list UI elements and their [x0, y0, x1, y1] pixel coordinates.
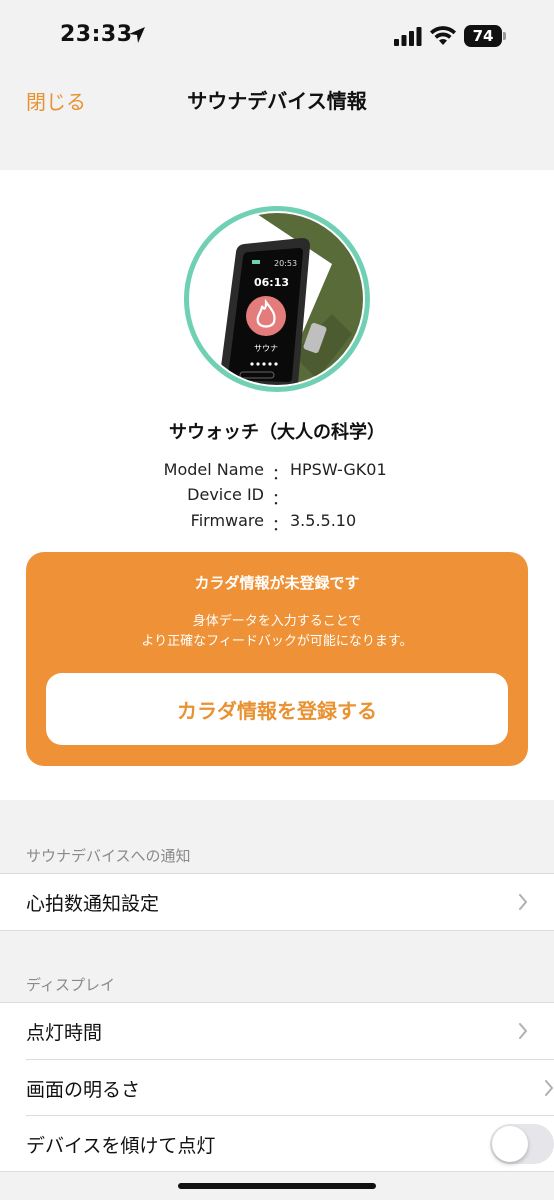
register-body-button[interactable]: カラダ情報を登録する	[46, 673, 508, 745]
close-button[interactable]: 閉じる	[26, 86, 86, 115]
section-header-display: ディスプレイ	[26, 976, 115, 994]
signal-icon	[394, 27, 422, 46]
info-row-model: Model Name ： HPSW-GK01	[0, 460, 554, 484]
row-label: デバイスを傾けて点灯	[26, 1135, 216, 1157]
chevron-right-icon	[519, 894, 527, 910]
info-separator: ：	[272, 489, 289, 508]
chevron-right-icon	[519, 1023, 527, 1039]
watch-small-time: 20:53	[274, 259, 297, 268]
status-bar: 23:33 74	[0, 0, 554, 72]
info-label: Model Name	[163, 460, 264, 479]
row-heart-rate-notify[interactable]: 心拍数通知設定	[0, 874, 554, 930]
settings-group-display: 点灯時間 画面の明るさ デバイスを傾けて点灯	[0, 1002, 554, 1172]
battery-percent: 74	[472, 27, 494, 45]
row-label: 画面の明るさ	[26, 1079, 141, 1101]
register-card-title: カラダ情報が未登録です	[194, 574, 360, 592]
section-header-notify: サウナデバイスへの通知	[26, 847, 191, 865]
info-label: Device ID	[187, 485, 264, 504]
status-time: 23:33	[60, 22, 133, 47]
chevron-right-icon	[545, 1080, 553, 1096]
row-label: 心拍数通知設定	[26, 893, 160, 915]
info-value: HPSW-GK01	[290, 460, 387, 479]
register-card-desc-line: 身体データを入力することで	[192, 614, 362, 629]
register-card-desc-line: より正確なフィードバックが可能になります。	[141, 634, 413, 649]
info-separator: ：	[272, 515, 289, 534]
row-label: 点灯時間	[26, 1022, 103, 1044]
watch-time: 06:13	[254, 276, 289, 289]
battery-icon: 74	[464, 25, 506, 47]
register-card-description: 身体データを入力することで より正確なフィードバックが可能になります。	[26, 612, 528, 652]
watch-label: サウナ	[254, 344, 278, 353]
info-row-device-id: Device ID ：	[0, 485, 554, 509]
row-tilt-to-wake: デバイスを傾けて点灯	[26, 1115, 554, 1171]
home-indicator	[178, 1183, 376, 1189]
info-value: 3.5.5.10	[290, 511, 357, 530]
device-card: 20:53 06:13 サウナ サウォッチ（大人の科学） Model Name …	[0, 170, 554, 800]
row-light-duration[interactable]: 点灯時間	[0, 1003, 554, 1059]
row-brightness[interactable]: 画面の明るさ	[26, 1059, 554, 1115]
device-name: サウォッチ（大人の科学）	[169, 422, 385, 443]
info-row-firmware: Firmware ： 3.5.5.10	[0, 511, 554, 535]
device-image: 20:53 06:13 サウナ	[184, 206, 370, 392]
info-label: Firmware	[190, 511, 264, 530]
location-arrow-icon	[129, 27, 145, 43]
toggle-knob	[492, 1126, 528, 1162]
tilt-to-wake-toggle[interactable]	[490, 1124, 554, 1164]
settings-group-notify: 心拍数通知設定	[0, 873, 554, 931]
wifi-icon	[430, 26, 456, 45]
register-body-card: カラダ情報が未登録です 身体データを入力することで より正確なフィードバックが可…	[26, 552, 528, 766]
info-separator: ：	[272, 464, 289, 483]
